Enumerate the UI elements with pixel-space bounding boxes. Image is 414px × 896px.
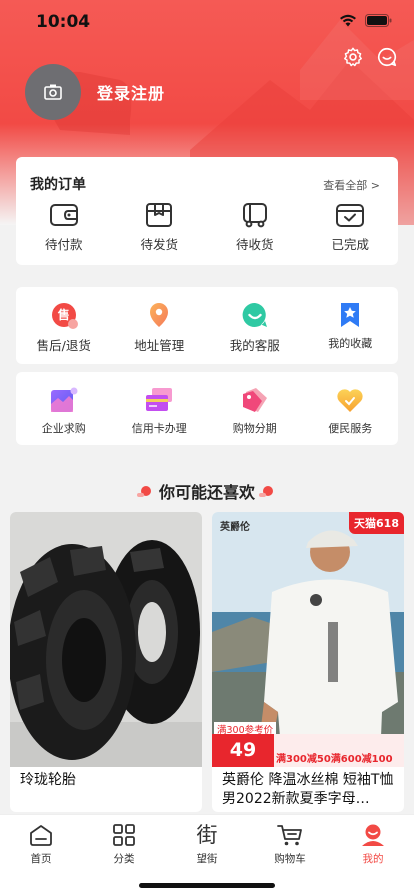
order-pending-payment-label: 待付款	[44, 237, 83, 252]
service-favorites-label: 我的收藏	[328, 337, 373, 350]
orders-title: 我的订单	[30, 177, 86, 193]
status-bar: 10:04	[0, 0, 414, 44]
price-strip: 满300参考价 49 满300减50满600减100	[212, 722, 404, 767]
status-icons	[339, 14, 392, 27]
tool-enterprise-purchase[interactable]: 企业求购	[16, 386, 112, 436]
service-favorites[interactable]: 我的收藏	[303, 301, 399, 354]
product-card-tire[interactable]: 玲珑轮胎	[10, 512, 202, 812]
tmall-618-badge: 天猫618	[349, 512, 404, 534]
tab-cart[interactable]: 购物车	[249, 823, 331, 866]
tab-street-label: 望街	[196, 853, 218, 865]
login-register-label[interactable]: 登录注册	[97, 80, 165, 104]
order-completed[interactable]: 已完成	[303, 202, 399, 253]
message-bubble-icon[interactable]	[376, 46, 398, 68]
aftersale-icon: 售	[50, 301, 78, 329]
brand-tag: 英爵伦	[220, 522, 250, 533]
left-dot-decoration	[136, 486, 151, 497]
order-pending-receipt[interactable]: 待收货	[207, 202, 303, 253]
service-address-label: 地址管理	[134, 338, 185, 353]
product-card-tshirt[interactable]: 英爵伦 天猫618 满300参考价 49 满300减50满600减100 英爵伦…	[212, 512, 404, 812]
tab-home-label: 首页	[30, 853, 52, 865]
installment-tag-icon	[242, 388, 267, 412]
top-actions	[342, 46, 398, 68]
services-row: 售 售后/退货 地址管理 我的客服 我的收藏	[16, 301, 398, 354]
cart-icon	[277, 825, 302, 846]
tool-credit-card-label: 信用卡办理	[131, 422, 187, 435]
tools-card: 企业求购 信用卡办理 购物分期 便民服务	[16, 372, 398, 445]
wallet-icon	[49, 204, 78, 226]
tool-installment[interactable]: 购物分期	[207, 386, 303, 436]
service-aftersale-label: 售后/退货	[36, 338, 91, 353]
settings-gear-icon[interactable]	[342, 46, 364, 68]
recommend-title: 你可能还喜欢	[158, 483, 255, 502]
credit-card-icon	[146, 388, 173, 411]
service-customer-service-label: 我的客服	[229, 338, 280, 353]
tool-installment-label: 购物分期	[232, 422, 277, 435]
tool-enterprise-purchase-label: 企业求购	[41, 422, 86, 435]
tab-profile[interactable]: 我的	[332, 823, 414, 866]
tool-convenience-service-label: 便民服务	[328, 422, 373, 435]
tab-category-label: 分类	[113, 853, 135, 865]
services-card: 售 售后/退货 地址管理 我的客服 我的收藏	[16, 287, 398, 364]
enterprise-icon	[50, 387, 78, 412]
service-address[interactable]: 地址管理	[112, 301, 208, 354]
recommend-section-title: 你可能还喜欢	[0, 479, 414, 503]
product-name[interactable]: 玲珑轮胎	[10, 767, 202, 790]
wifi-icon	[340, 14, 356, 27]
order-pending-shipment-label: 待发货	[140, 237, 178, 252]
customer-service-icon	[242, 302, 267, 327]
status-time: 10:04	[36, 12, 91, 32]
tool-credit-card[interactable]: 信用卡办理	[112, 386, 208, 436]
tool-convenience-service[interactable]: 便民服务	[303, 386, 399, 436]
profile-icon	[362, 824, 384, 846]
box-icon	[146, 203, 173, 227]
check-box-icon	[336, 204, 365, 227]
location-pin-icon	[150, 303, 169, 327]
promo-box: 满300减50满600减100	[274, 734, 404, 767]
orders-row: 待付款 待发货 待收货 已完成	[16, 202, 398, 253]
right-dot-decoration	[259, 486, 273, 497]
avatar[interactable]	[25, 64, 81, 120]
orders-view-all-link[interactable]: 查看全部 >	[323, 177, 380, 193]
tab-category[interactable]: 分类	[83, 823, 165, 866]
tab-profile-label: 我的	[362, 853, 384, 865]
battery-icon	[365, 14, 392, 27]
order-completed-label: 已完成	[331, 237, 369, 252]
order-pending-shipment[interactable]: 待发货	[112, 202, 208, 253]
product-image-wrapper[interactable]: 英爵伦 天猫618 满300参考价 49 满300减50满600减100	[212, 512, 404, 767]
tab-home[interactable]: 首页	[0, 823, 82, 866]
orders-card: 我的订单 查看全部 > 待付款 待发货 待收货 已完成	[16, 157, 398, 265]
truck-icon	[242, 203, 267, 228]
service-aftersale[interactable]: 售 售后/退货	[16, 301, 112, 354]
product-price: 49	[212, 734, 274, 767]
promo-text: 满300减50满600减100	[276, 754, 393, 765]
order-pending-receipt-label: 待收货	[235, 237, 274, 252]
profile-login[interactable]: 登录注册	[25, 64, 165, 120]
home-icon	[30, 825, 52, 846]
tools-row: 企业求购 信用卡办理 购物分期 便民服务	[16, 386, 398, 436]
grid-icon	[113, 824, 135, 846]
street-icon: 街	[196, 823, 218, 847]
order-pending-payment[interactable]: 待付款	[16, 202, 112, 253]
home-indicator	[139, 883, 275, 888]
bookmark-star-icon	[341, 303, 360, 327]
service-customer-service[interactable]: 我的客服	[207, 301, 303, 354]
product-name[interactable]: 英爵伦 降温冰丝棉 短袖T恤男2022新款夏季字母…	[212, 767, 404, 809]
product-image-tire[interactable]	[10, 512, 202, 767]
tab-cart-label: 购物车	[274, 853, 306, 865]
heart-service-icon	[337, 389, 363, 412]
camera-icon	[44, 84, 62, 100]
tab-street[interactable]: 街 望街	[166, 823, 248, 866]
